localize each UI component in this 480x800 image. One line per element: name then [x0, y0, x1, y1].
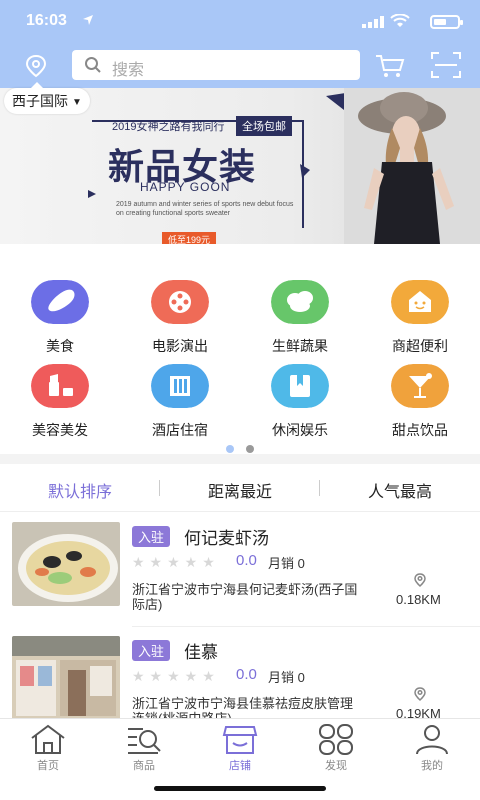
category-grid: 美食 电影演出 生鲜蔬果 商超便利 美容美发 酒店住宿 休闲娱乐 甜点饮品	[0, 268, 480, 438]
city-label: 西子国际	[12, 93, 68, 109]
tab-label: 商品	[133, 760, 155, 772]
shop-icon	[391, 280, 449, 324]
signal-icon	[362, 16, 384, 28]
tab-label: 首页	[37, 760, 59, 772]
location-pin-icon	[414, 687, 426, 702]
caret-down-icon: ▼	[72, 97, 82, 108]
city-selector[interactable]: 西子国际 ▼	[4, 82, 90, 114]
cocktail-icon	[391, 364, 449, 408]
vegetable-icon	[271, 280, 329, 324]
category-movies[interactable]: 电影演出	[120, 280, 240, 356]
store-thumbnail	[12, 522, 120, 606]
store-rating: 0.0	[236, 666, 257, 683]
carousel-dot-active[interactable]	[226, 445, 234, 453]
location-pin-icon	[414, 573, 426, 588]
sort-tab-default[interactable]: 默认排序	[0, 478, 160, 502]
cart-icon[interactable]	[374, 52, 406, 80]
tab-discover[interactable]: 发现	[288, 719, 384, 773]
home-indicator[interactable]	[154, 786, 326, 791]
search-placeholder: 搜索	[112, 62, 145, 79]
hotel-icon	[151, 364, 209, 408]
section-divider	[0, 454, 480, 464]
sort-tab-popular[interactable]: 人气最高	[320, 478, 480, 502]
store-sales: 月销 0	[268, 670, 305, 685]
category-supermarket[interactable]: 商超便利	[360, 280, 480, 356]
battery-icon	[430, 15, 463, 29]
store-card[interactable]: 入驻 何记麦虾汤 ★★★★★ 0.0 月销 0 浙江省宁波市宁海县何记麦虾汤(西…	[0, 514, 480, 628]
category-dessert[interactable]: 甜点饮品	[360, 364, 480, 440]
store-name: 佳慕	[184, 643, 218, 662]
search-icon	[85, 57, 101, 73]
category-label: 甜点饮品	[392, 422, 448, 438]
category-label: 生鲜蔬果	[272, 338, 328, 354]
sort-tabs: 默认排序 距离最近 人气最高	[0, 464, 480, 512]
store-tag: 入驻	[132, 526, 171, 547]
profile-icon	[416, 725, 448, 755]
category-label: 电影演出	[152, 338, 208, 354]
search-input[interactable]: 搜索	[72, 50, 360, 80]
location-pin-icon[interactable]	[22, 52, 50, 80]
tab-home[interactable]: 首页	[0, 719, 96, 773]
store-address: 浙江省宁波市宁海县何记麦虾汤(西子国际店)	[132, 582, 358, 612]
product-search-icon	[128, 728, 161, 754]
category-food[interactable]: 美食	[0, 280, 120, 356]
store-tag: 入驻	[132, 640, 171, 661]
tab-label: 发现	[325, 760, 347, 772]
discover-icon	[319, 724, 353, 755]
wifi-icon	[390, 14, 410, 27]
tab-label: 我的	[421, 760, 443, 772]
category-label: 休闲娱乐	[272, 422, 328, 438]
location-arrow-icon	[83, 15, 93, 25]
tab-profile[interactable]: 我的	[384, 719, 480, 773]
category-leisure[interactable]: 休闲娱乐	[240, 364, 360, 440]
category-label: 酒店住宿	[152, 422, 208, 438]
category-beauty[interactable]: 美容美发	[0, 364, 120, 440]
category-hotel[interactable]: 酒店住宿	[120, 364, 240, 440]
carousel-dot[interactable]	[246, 445, 254, 453]
home-icon	[31, 724, 65, 754]
status-time: 16:03	[26, 12, 67, 29]
lipstick-icon	[31, 364, 89, 408]
bread-icon	[31, 280, 89, 324]
category-label: 商超便利	[392, 338, 448, 354]
category-label: 美食	[46, 338, 74, 354]
sort-tab-distance[interactable]: 距离最近	[160, 478, 320, 502]
top-header: 16:03 搜索	[0, 0, 480, 88]
row-divider	[132, 626, 480, 627]
star-rating-icon: ★★★★★	[132, 554, 220, 570]
tab-products[interactable]: 商品	[96, 719, 192, 773]
store-distance: 0.18KM	[396, 592, 441, 607]
store-icon	[222, 726, 258, 754]
scan-icon[interactable]	[430, 50, 462, 80]
category-fresh[interactable]: 生鲜蔬果	[240, 280, 360, 356]
store-sales: 月销 0	[268, 556, 305, 571]
status-bar: 16:03	[26, 10, 463, 34]
star-rating-icon: ★★★★★	[132, 668, 220, 684]
tab-label: 店铺	[229, 760, 251, 772]
bookmark-icon	[271, 364, 329, 408]
tab-stores[interactable]: 店铺	[192, 719, 288, 773]
store-thumbnail	[12, 636, 120, 720]
film-reel-icon	[151, 280, 209, 324]
store-rating: 0.0	[236, 552, 257, 569]
model-photo	[344, 88, 480, 244]
category-label: 美容美发	[32, 422, 88, 438]
store-name: 何记麦虾汤	[184, 529, 269, 548]
